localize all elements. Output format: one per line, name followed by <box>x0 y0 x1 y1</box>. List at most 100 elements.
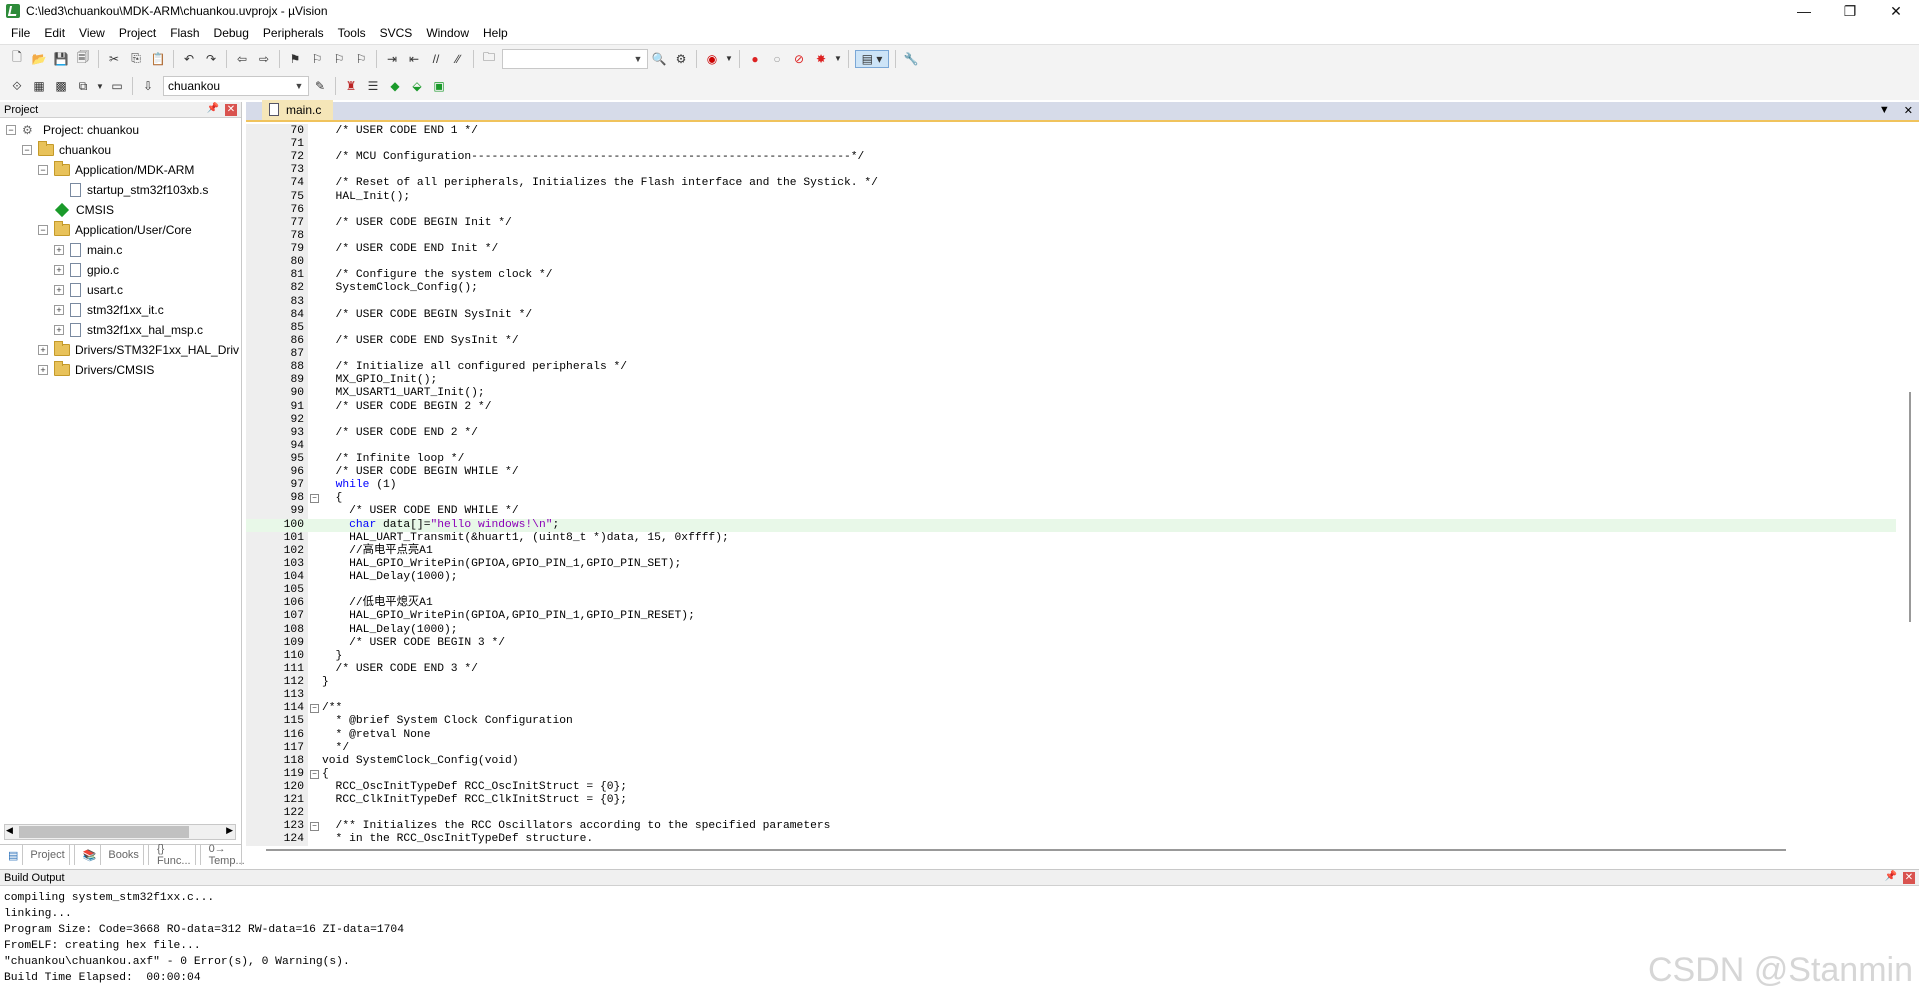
scrollbar-thumb[interactable] <box>19 826 189 838</box>
cut-icon[interactable]: ✂ <box>105 50 123 68</box>
tree-item[interactable]: + stm32f1xx_it.c <box>54 300 164 320</box>
undo-icon[interactable]: ↶ <box>180 50 198 68</box>
batch-build-icon[interactable]: ⧉ <box>74 77 92 95</box>
menu-tools[interactable]: Tools <box>331 22 373 44</box>
tab-functions[interactable]: {} Func... <box>149 843 201 867</box>
fold-toggle-icon[interactable]: − <box>310 822 319 832</box>
target-options-icon[interactable]: ✎ <box>311 77 329 95</box>
menu-svcs[interactable]: SVCS <box>373 22 420 44</box>
start-debug-icon[interactable]: ◉ <box>703 50 721 68</box>
tree-item[interactable]: CMSIS <box>38 200 114 220</box>
find-in-files-icon[interactable]: 🗀 <box>480 50 498 68</box>
tree-item[interactable]: + usart.c <box>54 280 123 300</box>
manage-rte-icon[interactable]: ◆ <box>386 77 404 95</box>
tab-project[interactable]: ▤ Project <box>0 845 75 865</box>
fold-toggle-icon[interactable]: − <box>310 704 319 714</box>
close-button[interactable]: ✕ <box>1873 0 1919 22</box>
select-software-packs-icon[interactable]: ⬙ <box>408 77 426 95</box>
download-icon[interactable]: ⇩ <box>139 77 157 95</box>
tree-item[interactable]: + gpio.c <box>54 260 119 280</box>
rebuild-icon[interactable]: ▩ <box>52 77 70 95</box>
window-layout-icon[interactable]: ▤ ▾ <box>855 49 889 68</box>
expand-icon[interactable]: + <box>54 325 64 335</box>
editor-vertical-scrollbar[interactable] <box>1909 392 1911 622</box>
insert-breakpoint-icon[interactable]: ● <box>746 50 764 68</box>
navigate-back-icon[interactable]: ⇦ <box>233 50 251 68</box>
tree-item[interactable]: + main.c <box>54 240 122 260</box>
target-select[interactable]: chuankou ▼ <box>163 76 309 96</box>
collapse-icon[interactable]: − <box>22 145 32 155</box>
tree-item[interactable]: startup_stm32f103xb.s <box>54 180 208 200</box>
menu-window[interactable]: Window <box>419 22 476 44</box>
tree-item[interactable]: − Application/User/Core <box>38 220 192 240</box>
navigate-forward-icon[interactable]: ⇨ <box>255 50 273 68</box>
pin-icon[interactable]: 📌 <box>1885 871 1897 882</box>
menu-help[interactable]: Help <box>476 22 515 44</box>
configure-icon[interactable]: 🔧 <box>902 50 920 68</box>
indent-icon[interactable]: ⇥ <box>383 50 401 68</box>
find-combo[interactable]: ▼ <box>502 48 648 69</box>
menu-debug[interactable]: Debug <box>207 22 256 44</box>
comment-icon[interactable]: // <box>427 50 445 68</box>
close-icon[interactable]: ✕ <box>225 104 237 116</box>
fold-toggle-icon[interactable]: − <box>310 494 319 504</box>
uncomment-icon[interactable]: ∕∕ <box>449 50 467 68</box>
tree-item[interactable]: − ⚙ Project: chuankou <box>6 120 139 140</box>
tree-item[interactable]: + stm32f1xx_hal_msp.c <box>54 320 203 340</box>
menu-view[interactable]: View <box>72 22 112 44</box>
collapse-icon[interactable]: − <box>38 165 48 175</box>
save-icon[interactable]: 💾 <box>52 50 70 68</box>
menu-flash[interactable]: Flash <box>163 22 206 44</box>
menu-edit[interactable]: Edit <box>37 22 72 44</box>
tree-item[interactable]: − chuankou <box>22 140 111 160</box>
open-file-icon[interactable]: 📂 <box>30 50 48 68</box>
chevron-down-icon[interactable]: ▼ <box>96 77 104 95</box>
incremental-find-icon[interactable]: 🔍 <box>650 50 668 68</box>
tree-item[interactable]: + Drivers/STM32F1xx_HAL_Driv <box>38 340 239 360</box>
redo-icon[interactable]: ↷ <box>202 50 220 68</box>
stop-build-icon[interactable]: ▭ <box>108 77 126 95</box>
project-panel-scrollbar[interactable]: ◀ ▶ <box>4 824 236 840</box>
expand-icon[interactable]: + <box>54 305 64 315</box>
debug-settings-icon[interactable]: ⚙ <box>672 50 690 68</box>
chevron-down-icon[interactable]: ▼ <box>292 78 306 94</box>
expand-icon[interactable]: + <box>54 265 64 275</box>
menu-file[interactable]: File <box>4 22 37 44</box>
file-extensions-icon[interactable]: ☰ <box>364 77 382 95</box>
enable-breakpoint-icon[interactable]: ○ <box>768 50 786 68</box>
disable-breakpoints-icon[interactable]: ⊘ <box>790 50 808 68</box>
prev-bookmark-icon[interactable]: ⚐ <box>308 50 326 68</box>
kill-breakpoints-icon[interactable]: ✸ <box>812 50 830 68</box>
tree-item[interactable]: − Application/MDK-ARM <box>38 160 194 180</box>
translate-icon[interactable]: ⟐ <box>8 77 26 95</box>
bookmark-icon[interactable]: ⚑ <box>286 50 304 68</box>
pin-icon[interactable]: 📌 <box>207 103 219 114</box>
fold-toggle-icon[interactable]: − <box>310 769 319 779</box>
build-output-log[interactable]: compiling system_stm32f1xx.c... linking..… <box>0 886 1919 986</box>
tab-books[interactable]: 📚 Books <box>75 845 149 865</box>
tab-list-icon[interactable]: ▼ <box>1879 104 1890 117</box>
expand-icon[interactable]: + <box>38 365 48 375</box>
editor-horizontal-scrollbar[interactable] <box>266 849 1786 851</box>
clear-bookmarks-icon[interactable]: ⚐ <box>352 50 370 68</box>
scroll-right-icon[interactable]: ▶ <box>226 825 233 836</box>
collapse-icon[interactable]: − <box>6 125 16 135</box>
paste-icon[interactable]: 📋 <box>149 50 167 68</box>
tab-main-c[interactable]: main.c <box>262 100 334 120</box>
copy-icon[interactable]: ⎘ <box>127 50 145 68</box>
chevron-down-icon[interactable]: ▼ <box>631 51 645 67</box>
menu-peripherals[interactable]: Peripherals <box>256 22 331 44</box>
scroll-left-icon[interactable]: ◀ <box>6 825 13 836</box>
pack-installer-icon[interactable]: ▣ <box>430 77 448 95</box>
expand-icon[interactable]: + <box>38 345 48 355</box>
tree-item[interactable]: + Drivers/CMSIS <box>38 360 154 380</box>
save-all-icon[interactable]: 🗐 <box>74 50 92 68</box>
menu-project[interactable]: Project <box>112 22 163 44</box>
maximize-button[interactable]: ❐ <box>1827 0 1873 22</box>
collapse-icon[interactable]: − <box>38 225 48 235</box>
close-tab-icon[interactable]: ✕ <box>1904 104 1913 117</box>
next-bookmark-icon[interactable]: ⚐ <box>330 50 348 68</box>
manage-project-items-icon[interactable]: ♜ <box>342 77 360 95</box>
code-view[interactable]: 70 /* USER CODE END 1 */71 72 /* MCU Conf… <box>246 124 1919 846</box>
chevron-down-icon[interactable]: ▼ <box>725 50 733 68</box>
